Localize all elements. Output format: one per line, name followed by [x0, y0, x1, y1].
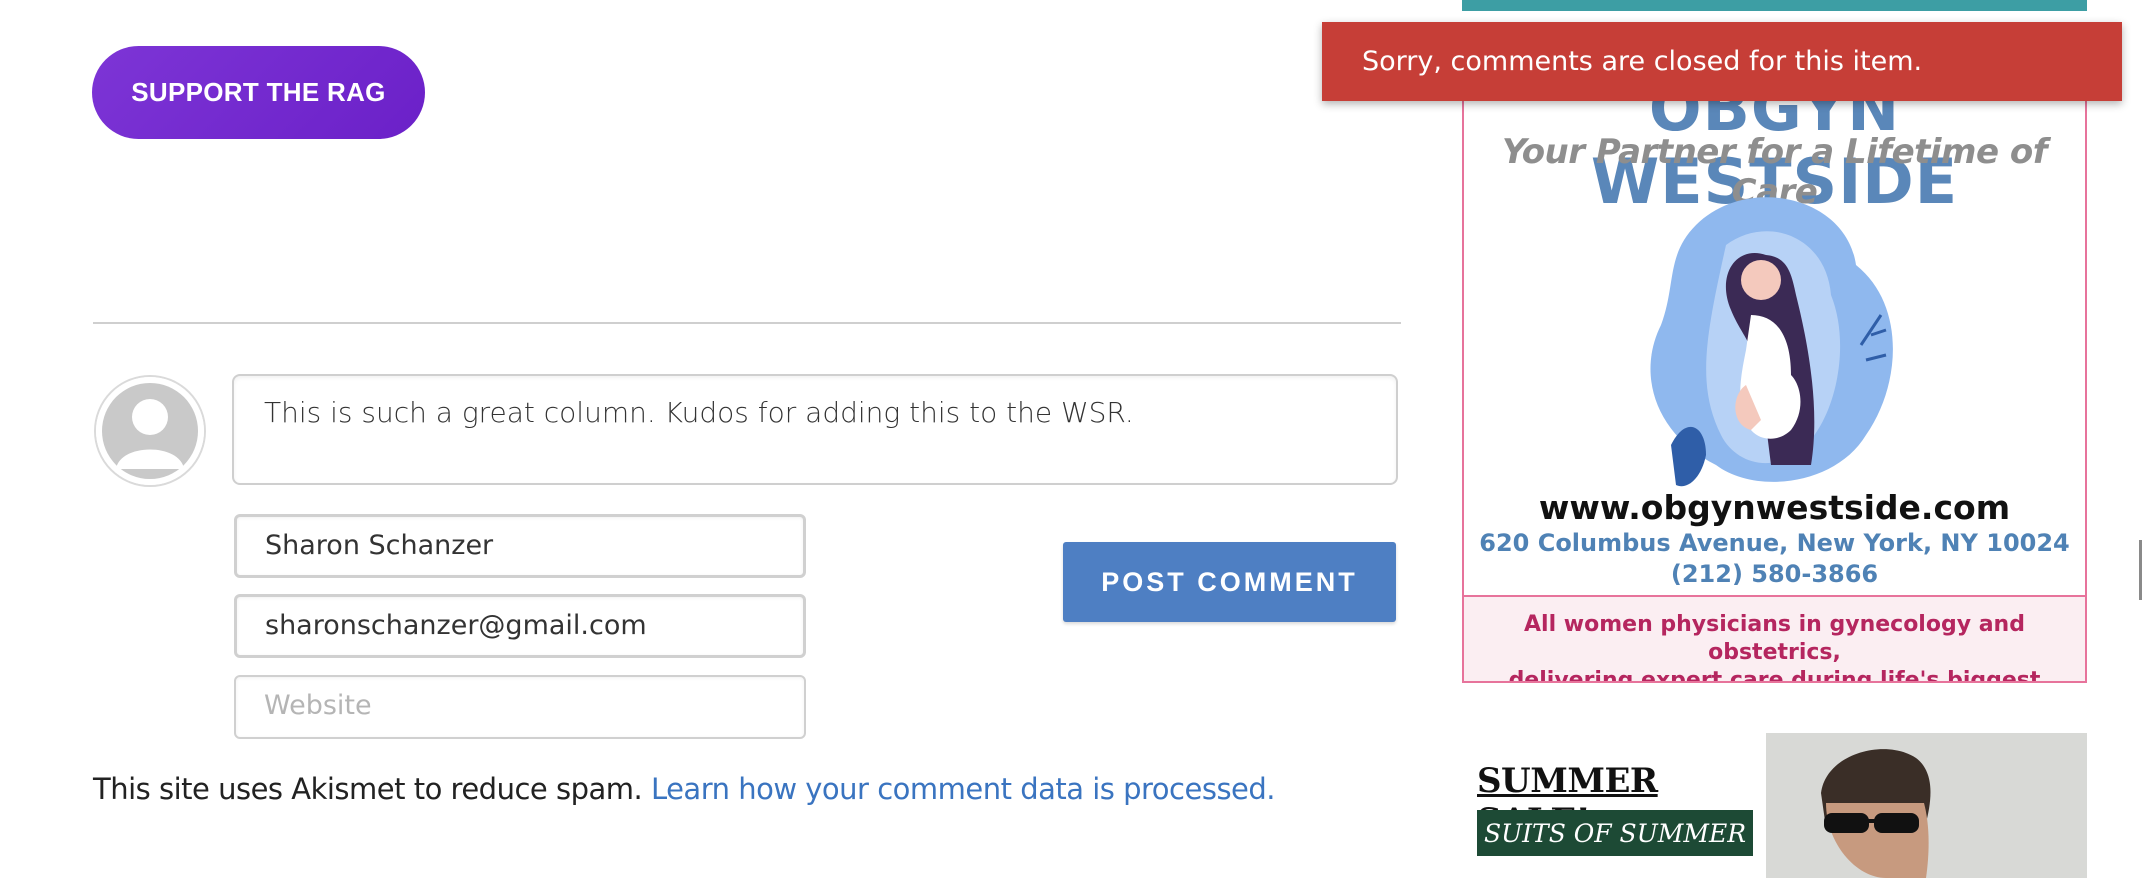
akismet-notice: This site uses Akismet to reduce spam. L…	[93, 772, 1276, 806]
obgyn-ad[interactable]: OBGYN WESTSIDE Your Partner for a Lifeti…	[1462, 40, 2087, 683]
default-user-icon	[96, 377, 204, 485]
akismet-text: This site uses Akismet to reduce spam.	[93, 772, 643, 806]
man-sunglasses-image	[1766, 733, 2087, 878]
ad-footer-line2: delivering expert care during life's big…	[1508, 668, 2041, 683]
post-comment-button[interactable]: POST COMMENT	[1063, 542, 1396, 622]
akismet-link[interactable]: Learn how your comment data is processed…	[651, 772, 1276, 806]
sidebar-teal-bar	[1462, 0, 2087, 11]
section-divider	[93, 322, 1401, 324]
ad2-text-panel: SUMMER SALE! SUITS OF SUMMER	[1462, 733, 1766, 878]
comments-closed-toast: Sorry, comments are closed for this item…	[1322, 22, 2122, 101]
ad-footer: All women physicians in gynecology and o…	[1464, 595, 2085, 683]
toast-message: Sorry, comments are closed for this item…	[1362, 46, 1923, 77]
name-field[interactable]: Sharon Schanzer	[234, 514, 806, 578]
ad-address: 620 Columbus Avenue, New York, NY 10024	[1479, 529, 2070, 557]
ad-footer-line1: All women physicians in gynecology and o…	[1524, 612, 2025, 665]
comment-textarea[interactable]: This is such a great column. Kudos for a…	[232, 374, 1398, 485]
ad-phone: (212) 580-3866	[1670, 560, 1879, 588]
ad2-model-photo	[1766, 733, 2087, 878]
ad2-subline: SUITS OF SUMMER	[1477, 810, 1753, 856]
ad-url: www.obgynwestside.com	[1538, 488, 2011, 527]
support-the-rag-button[interactable]: SUPPORT THE RAG	[92, 46, 425, 139]
avatar	[94, 375, 206, 487]
pregnant-woman-illustration	[1650, 197, 1893, 487]
email-field[interactable]: sharonschanzer@gmail.com	[234, 594, 806, 658]
website-field[interactable]: Website	[234, 675, 806, 739]
summer-sale-ad[interactable]: SUMMER SALE! SUITS OF SUMMER	[1462, 733, 2087, 878]
